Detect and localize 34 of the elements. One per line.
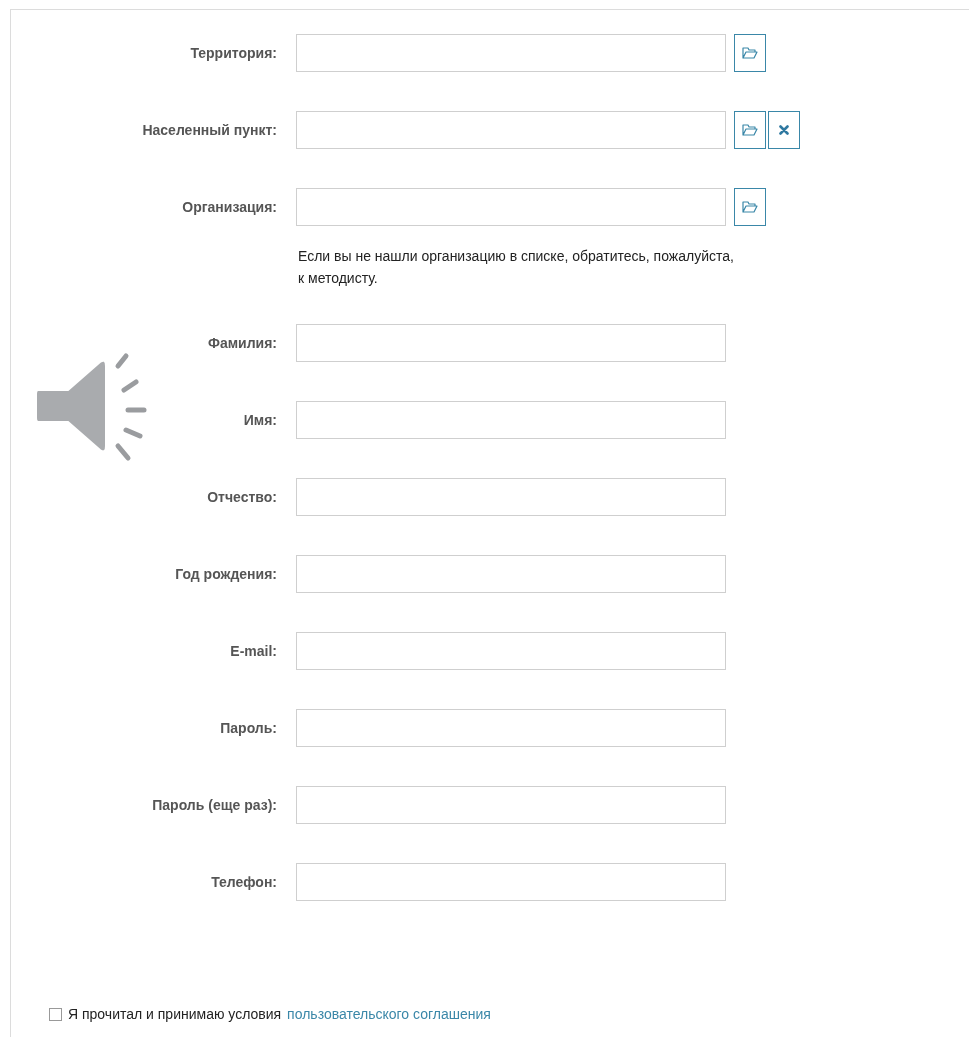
input-field[interactable] bbox=[296, 786, 726, 824]
folder-icon bbox=[742, 201, 758, 213]
agreement-link[interactable]: пользовательского соглашения bbox=[287, 1004, 491, 1025]
field-label: Территория: bbox=[189, 43, 277, 63]
field-label: Отчество: bbox=[206, 487, 277, 507]
agreement-checkbox[interactable] bbox=[49, 1008, 62, 1021]
field-label: Год рождения: bbox=[174, 564, 277, 584]
folder-icon bbox=[742, 124, 758, 136]
input-field[interactable] bbox=[296, 709, 726, 747]
browse-button[interactable] bbox=[734, 188, 766, 226]
input-field[interactable] bbox=[296, 188, 726, 226]
field-label: Фамилия: bbox=[206, 333, 277, 353]
input-field[interactable] bbox=[296, 863, 726, 901]
input-field[interactable] bbox=[296, 401, 726, 439]
field-label: E-mail: bbox=[229, 641, 277, 661]
close-icon bbox=[779, 125, 789, 135]
folder-icon bbox=[742, 47, 758, 59]
input-field[interactable] bbox=[296, 555, 726, 593]
field-label: Имя: bbox=[242, 410, 277, 430]
input-field[interactable] bbox=[296, 34, 726, 72]
field-label: Населенный пункт: bbox=[141, 120, 277, 140]
input-field[interactable] bbox=[296, 111, 726, 149]
input-field[interactable] bbox=[296, 324, 726, 362]
field-label: Организация: bbox=[181, 197, 277, 217]
browse-button[interactable] bbox=[734, 34, 766, 72]
field-label: Телефон: bbox=[210, 872, 277, 892]
field-label: Пароль (еще раз): bbox=[151, 795, 277, 815]
clear-button[interactable] bbox=[768, 111, 800, 149]
hint-text: Если вы не нашли организацию в списке, обратитесь, пожалуйста, к методисту. bbox=[298, 247, 735, 288]
input-field[interactable] bbox=[296, 478, 726, 516]
agreement-text: Я прочитал и принимаю условия bbox=[68, 1005, 282, 1024]
input-field[interactable] bbox=[296, 632, 726, 670]
browse-button[interactable] bbox=[734, 111, 766, 149]
field-label: Пароль: bbox=[219, 718, 277, 738]
